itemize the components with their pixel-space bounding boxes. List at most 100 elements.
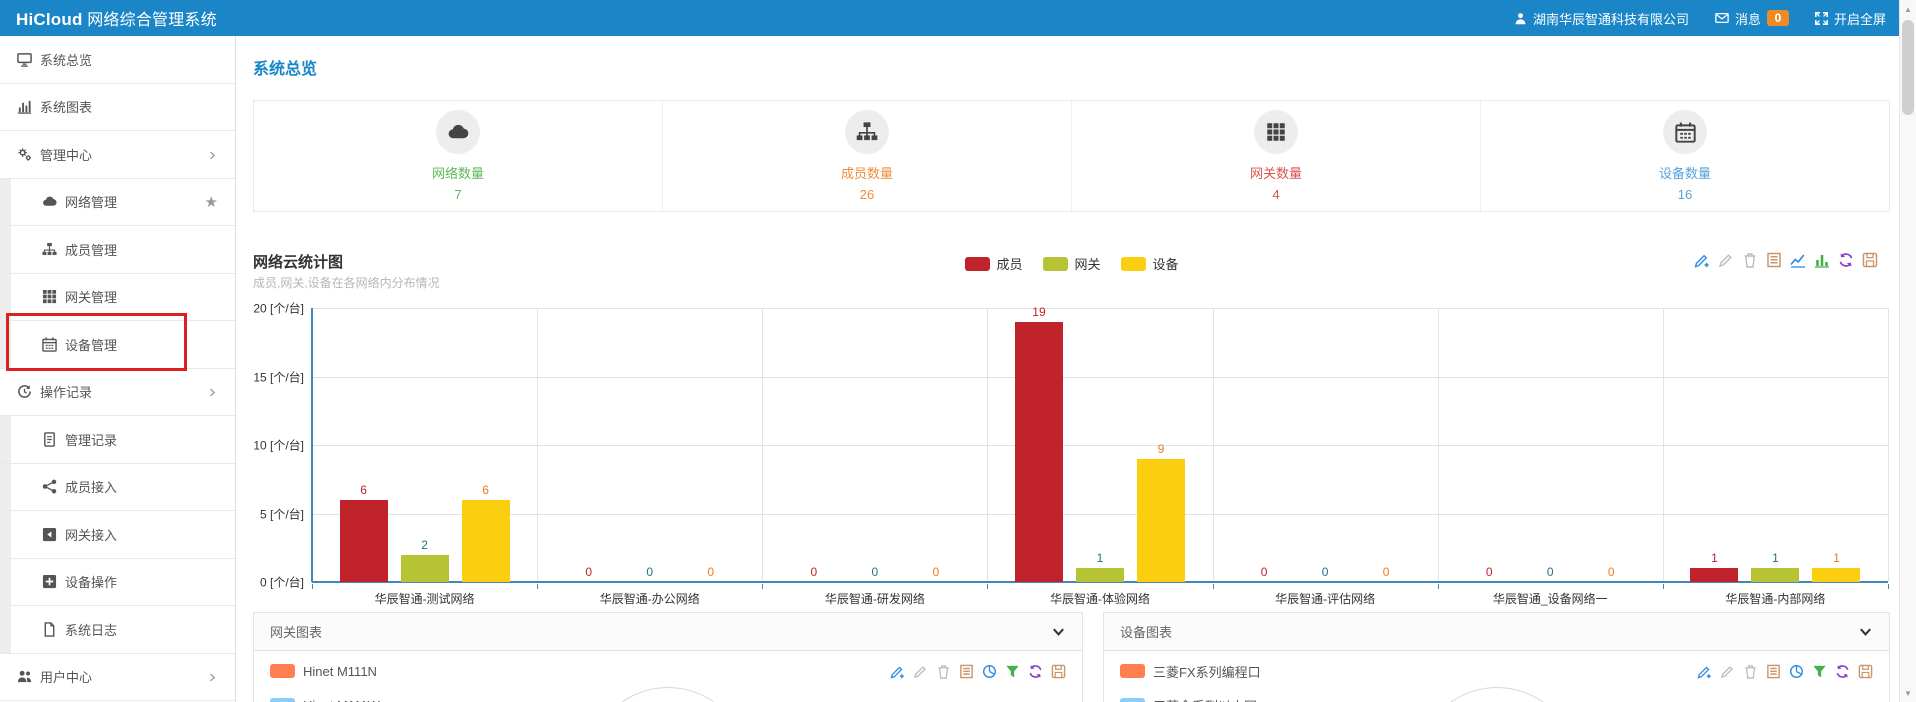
bar-设备[interactable]: 6 [462,500,510,582]
unmark-tool-icon[interactable] [913,664,928,679]
cloud-icon [42,194,57,209]
bar-成员[interactable]: 1 [1690,568,1738,582]
calendar-icon [1663,110,1707,154]
line-chart-icon[interactable] [1790,252,1806,268]
sidebar-item-gateway-access[interactable]: 网关接入 [0,511,235,559]
sidebar-item-member-management[interactable]: 成员管理 [0,226,235,274]
data-view-icon[interactable] [959,664,974,679]
category-label: 华辰智通_设备网络一 [1438,590,1663,607]
sidebar-item-operation-records[interactable]: 操作记录 [0,369,235,417]
series-name[interactable]: 三菱FX系列编程口 [1153,662,1261,681]
bar-value-label: 0 [872,565,879,579]
pie-chart-icon[interactable] [1789,664,1804,679]
chart-toolbox [1694,252,1878,268]
chevron-down-icon[interactable] [1858,624,1873,639]
legend-item-gateways[interactable]: 网关 [1042,254,1100,273]
sidebar-item-gateway-management[interactable]: 网关管理 [0,274,235,322]
bar-group: 626 [312,308,537,582]
bar-group: 000 [537,308,762,582]
mark-tool-icon[interactable] [1694,252,1710,268]
sidebar-item-device-management[interactable]: 设备管理 [0,321,235,369]
sidebar-item-device-operations[interactable]: 设备操作 [0,559,235,607]
share-icon [42,479,57,494]
scroll-up-arrow[interactable]: ▲ [1900,1,1916,17]
sidebar-item-management-center[interactable]: 管理中心 [0,131,235,179]
legend-swatch[interactable] [270,664,295,678]
legend-item-members[interactable]: 成员 [964,254,1022,273]
bar-value-label: 0 [1547,565,1554,579]
mark-tool-icon[interactable] [1697,664,1712,679]
sidebar-item-network-management[interactable]: 网络管理★ [0,179,235,227]
pie-chart-icon[interactable] [982,664,997,679]
funnel-chart-icon[interactable] [1812,664,1827,679]
bar-chart-icon[interactable] [1814,252,1830,268]
legend-swatch[interactable] [1120,664,1145,678]
legend-item-devices[interactable]: 设备 [1121,254,1179,273]
chevron-right-icon [206,672,218,684]
chevron-right-icon [206,149,218,161]
data-view-icon[interactable] [1766,664,1781,679]
legend-swatch [1121,257,1146,271]
vertical-scrollbar[interactable]: ▲ ▼ [1899,0,1916,702]
scroll-down-arrow[interactable]: ▼ [1900,685,1916,701]
bar-设备[interactable]: 9 [1137,459,1185,582]
sidebar-item-management-records[interactable]: 管理记录 [0,416,235,464]
bar-设备[interactable]: 1 [1812,568,1860,582]
save-image-icon[interactable] [1858,664,1873,679]
restore-icon[interactable] [1835,664,1850,679]
unmark-tool-icon[interactable] [1720,664,1735,679]
device-panel-header[interactable]: 设备图表 [1104,613,1889,651]
unmark-tool-icon[interactable] [1718,252,1734,268]
data-view-icon[interactable] [1766,252,1782,268]
document-icon [42,432,57,447]
restore-icon[interactable] [1838,252,1854,268]
calendar-icon [42,337,57,352]
envelope-icon [1715,11,1729,25]
scrollbar-thumb[interactable] [1902,20,1914,115]
series-name[interactable]: 三菱全系列以太网 [1153,696,1257,702]
bar-网关[interactable]: 1 [1076,568,1124,582]
grid-icon [42,289,57,304]
save-image-icon[interactable] [1051,664,1066,679]
bar-网关[interactable]: 2 [401,555,449,582]
company-account-button[interactable]: 湖南华辰智通科技有限公司 [1514,9,1689,28]
stat-card-devices: 设备数量 16 [1481,101,1889,211]
sidebar-item-member-access[interactable]: 成员接入 [0,464,235,512]
bar-value-label: 0 [1322,565,1329,579]
pie-legend-row: Hinet M111N [254,657,1082,685]
y-axis-tick-label: 5 [个/台] [260,505,304,522]
fullscreen-button[interactable]: 开启全屏 [1815,9,1886,28]
stat-label: 网关数量 [1250,163,1302,182]
bar-group: 000 [762,308,987,582]
bar-成员[interactable]: 19 [1015,322,1063,582]
save-image-icon[interactable] [1862,252,1878,268]
panel-toolbox [1697,664,1873,679]
series-name[interactable]: Hinet M111W [303,698,380,702]
stat-label: 网络数量 [432,163,484,182]
legend-swatch[interactable] [270,698,295,702]
sidebar-item-system-logs[interactable]: 系统日志 [0,606,235,654]
y-axis-tick-label: 10 [个/台] [253,437,304,454]
clear-marks-icon[interactable] [936,664,951,679]
sidebar-item-system-overview[interactable]: 系统总览 [0,36,235,84]
message-count-badge: 0 [1767,10,1789,26]
gateway-chart-panel: 网关图表 Hinet M111N Hinet M111W [253,612,1083,702]
sidebar-item-system-charts[interactable]: 系统图表 [0,84,235,132]
restore-icon[interactable] [1028,664,1043,679]
clear-marks-icon[interactable] [1742,252,1758,268]
mark-tool-icon[interactable] [890,664,905,679]
legend-swatch[interactable] [1120,698,1145,702]
series-name[interactable]: Hinet M111N [303,664,377,679]
grid-icon [1254,110,1298,154]
bar-value-label: 1 [1097,551,1104,565]
clear-marks-icon[interactable] [1743,664,1758,679]
sidebar-item-user-center[interactable]: 用户中心 [0,654,235,702]
bar-网关[interactable]: 1 [1751,568,1799,582]
star-icon[interactable]: ★ [205,193,218,211]
gateway-panel-header[interactable]: 网关图表 [254,613,1082,651]
messages-button[interactable]: 消息0 [1715,9,1789,28]
panel-title: 设备图表 [1120,622,1172,641]
bar-成员[interactable]: 6 [340,500,388,582]
funnel-chart-icon[interactable] [1005,664,1020,679]
chevron-down-icon[interactable] [1051,624,1066,639]
